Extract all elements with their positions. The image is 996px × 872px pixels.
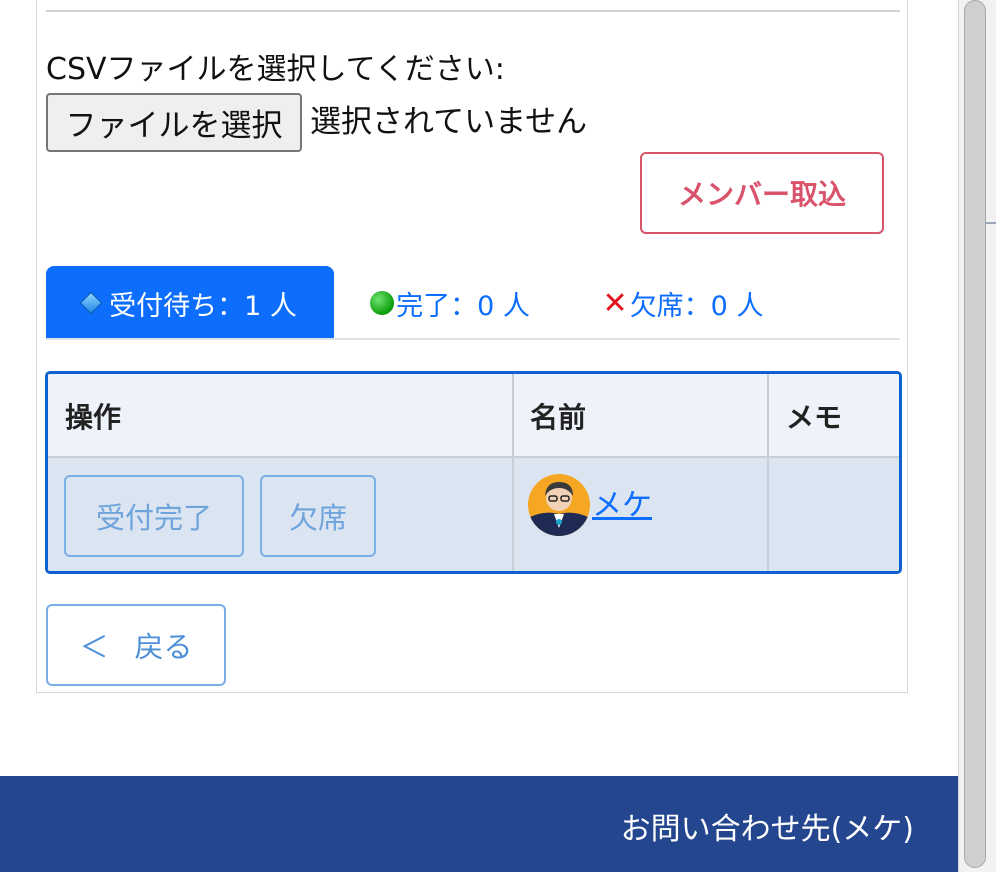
csv-file-label: CSVファイルを選択してください: (46, 52, 505, 87)
tab-absent[interactable]: ✕ 欠席：0 人 (598, 266, 768, 340)
green-circle-icon (370, 291, 395, 315)
divider (46, 10, 900, 12)
tab-absent-label: 欠席：0 人 (629, 290, 764, 322)
table-row: 受付完了 欠席 メケ (48, 374, 899, 571)
header-memo: メモ (786, 401, 843, 434)
file-status-text: 選択されていません (310, 104, 588, 140)
tabs-divider (46, 338, 900, 340)
tab-waiting-label: 受付待ち：1 人 (109, 290, 297, 322)
tab-completed[interactable]: 完了：0 人 (365, 266, 535, 340)
column-divider (767, 374, 769, 571)
import-members-button[interactable]: メンバー取込 (640, 152, 884, 234)
header-name: 名前 (530, 401, 587, 434)
back-button[interactable]: ＜ 戻る (46, 604, 226, 686)
footer: お問い合わせ先(メケ) (0, 776, 958, 872)
header-actions: 操作 (65, 401, 122, 434)
background-window-edge (986, 222, 996, 324)
tab-completed-label: 完了：0 人 (396, 290, 530, 322)
absent-button[interactable]: 欠席 (260, 475, 376, 557)
tab-waiting[interactable]: 受付待ち：1 人 (46, 266, 334, 340)
contact-link[interactable]: お問い合わせ先(メケ) (621, 804, 914, 848)
blue-diamond-icon (79, 291, 103, 315)
column-divider (512, 374, 514, 571)
red-x-icon: ✕ (602, 285, 628, 321)
member-name-link[interactable]: メケ (592, 480, 652, 524)
scrollbar[interactable] (964, 0, 986, 868)
chevron-left-icon: ＜ (79, 630, 109, 664)
avatar (528, 474, 590, 536)
member-table: 操作 名前 メモ 受付完了 欠席 メケ (45, 371, 902, 574)
back-button-label: 戻る (134, 630, 193, 664)
choose-file-button[interactable]: ファイルを選択 (46, 93, 302, 152)
table-header-row: 操作 名前 メモ (48, 374, 899, 458)
complete-reception-button[interactable]: 受付完了 (64, 475, 244, 557)
